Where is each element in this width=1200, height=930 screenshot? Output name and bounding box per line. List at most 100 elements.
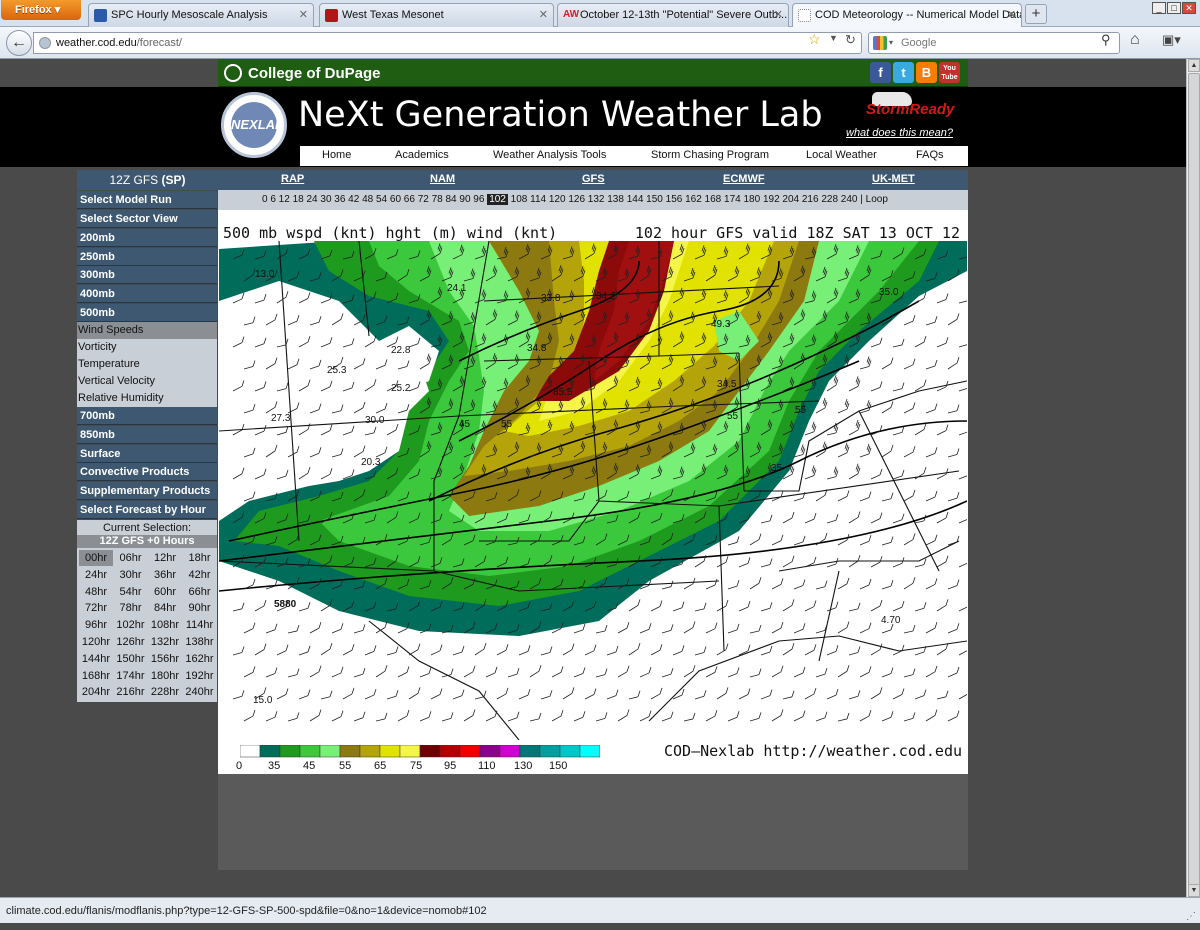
storm-ready-link[interactable]: what does this mean? (846, 127, 953, 139)
hour-cell-150hr[interactable]: 150hr (114, 651, 148, 667)
hour-cell-102hr[interactable]: 102hr (114, 617, 148, 633)
hour-cell-114hr[interactable]: 114hr (183, 617, 217, 633)
tab-spc[interactable]: SPC Hourly Mesoscale Analysis ✕ (88, 3, 314, 27)
storm-ready-logo[interactable]: StormReady (866, 101, 954, 118)
model-link-nam[interactable]: NAM (430, 173, 455, 185)
hour-cell-174hr[interactable]: 174hr (114, 668, 148, 684)
hour-cell-00hr[interactable]: 00hr (79, 550, 113, 566)
selected-hour[interactable]: 102 (487, 194, 508, 205)
hour-cell-66hr[interactable]: 66hr (183, 584, 217, 600)
tab-cod[interactable]: COD Meteorology -- Numerical Model Data … (792, 3, 1022, 28)
hour-cell-192hr[interactable]: 192hr (183, 668, 217, 684)
hour-cell-60hr[interactable]: 60hr (148, 584, 182, 600)
hour-cell-144hr[interactable]: 144hr (79, 651, 113, 667)
scrollbar-thumb[interactable] (1188, 73, 1200, 888)
scroll-up-icon[interactable]: ▲ (1188, 59, 1200, 72)
hour-cell-156hr[interactable]: 156hr (148, 651, 182, 667)
hour-cell-228hr[interactable]: 228hr (148, 684, 182, 700)
hour-cell-30hr[interactable]: 30hr (114, 567, 148, 583)
sub-vorticity[interactable]: Vorticity (77, 339, 217, 356)
url-dropdown-icon[interactable]: ▼ (829, 33, 838, 43)
hour-cell-168hr[interactable]: 168hr (79, 668, 113, 684)
select-model-run-button[interactable]: Select Model Run (77, 191, 217, 209)
hour-cell-180hr[interactable]: 180hr (148, 668, 182, 684)
home-icon[interactable]: ⌂ (1130, 31, 1140, 49)
model-link-rap[interactable]: RAP (281, 173, 304, 185)
hour-cell-72hr[interactable]: 72hr (79, 600, 113, 616)
college-name[interactable]: College of DuPage (248, 65, 381, 82)
surface-button[interactable]: Surface (77, 445, 217, 463)
search-input[interactable]: ▾ Google (868, 32, 1120, 54)
hour-cell-96hr[interactable]: 96hr (79, 617, 113, 633)
hour-cell-138hr[interactable]: 138hr (183, 634, 217, 650)
hour-cell-78hr[interactable]: 78hr (114, 600, 148, 616)
hour-cell-240hr[interactable]: 240hr (183, 684, 217, 700)
hour-cell-90hr[interactable]: 90hr (183, 600, 217, 616)
back-arrow-icon[interactable]: ← (6, 30, 32, 56)
level-700mb-button[interactable]: 700mb (77, 407, 217, 425)
bookmark-star-icon[interactable]: ☆ (808, 31, 821, 48)
level-850mb-button[interactable]: 850mb (77, 426, 217, 444)
hours-before[interactable]: 0 6 12 18 24 30 36 42 48 54 60 66 72 78 … (262, 194, 484, 205)
url-bar[interactable]: weather.cod.edu/forecast/ (33, 32, 862, 54)
level-500mb-button[interactable]: 500mb (77, 304, 217, 322)
hour-cell-132hr[interactable]: 132hr (148, 634, 182, 650)
blogger-icon[interactable]: B (916, 62, 937, 83)
hour-cell-42hr[interactable]: 42hr (183, 567, 217, 583)
level-200mb-button[interactable]: 200mb (77, 229, 217, 247)
close-tab-icon[interactable]: ✕ (774, 4, 783, 26)
nav-home[interactable]: Home (322, 149, 351, 161)
facebook-icon[interactable]: f (870, 62, 891, 83)
hour-cell-84hr[interactable]: 84hr (148, 600, 182, 616)
convective-products-button[interactable]: Convective Products (77, 463, 217, 481)
nav-faqs[interactable]: FAQs (916, 149, 944, 161)
level-300mb-button[interactable]: 300mb (77, 266, 217, 284)
close-window-button[interactable]: ✕ (1182, 2, 1196, 14)
hour-cell-24hr[interactable]: 24hr (79, 567, 113, 583)
nav-storm-chasing-program[interactable]: Storm Chasing Program (651, 149, 769, 161)
maximize-button[interactable]: □ (1167, 2, 1181, 14)
hour-cell-54hr[interactable]: 54hr (114, 584, 148, 600)
hour-cell-108hr[interactable]: 108hr (148, 617, 182, 633)
model-link-ukmet[interactable]: UK-MET (872, 173, 915, 185)
tab-wtm[interactable]: West Texas Mesonet ✕ (319, 3, 554, 27)
firefox-menu-button[interactable]: Firefox ▾ (1, 0, 81, 20)
google-icon[interactable] (873, 36, 887, 50)
nav-local-weather[interactable]: Local Weather (806, 149, 877, 161)
nav-weather-analysis-tools[interactable]: Weather Analysis Tools (493, 149, 606, 161)
model-link-gfs[interactable]: GFS (582, 173, 605, 185)
hour-cell-120hr[interactable]: 120hr (79, 634, 113, 650)
minimize-button[interactable]: _ (1152, 2, 1166, 14)
model-link-ecmwf[interactable]: ECMWF (723, 173, 765, 185)
close-tab-icon[interactable]: ✕ (1007, 4, 1016, 26)
hour-cell-216hr[interactable]: 216hr (114, 684, 148, 700)
sub-wind-speeds[interactable]: Wind Speeds (77, 322, 217, 339)
select-sector-view-button[interactable]: Select Sector View (77, 210, 217, 228)
resize-grip-icon[interactable]: ⋰ (1186, 904, 1196, 930)
nexlab-logo[interactable]: NEXLAB (221, 92, 287, 158)
scroll-down-icon[interactable]: ▼ (1188, 884, 1200, 897)
hour-cell-18hr[interactable]: 18hr (183, 550, 217, 566)
close-tab-icon[interactable]: ✕ (299, 4, 308, 26)
twitter-icon[interactable]: t (893, 62, 914, 83)
hour-cell-36hr[interactable]: 36hr (148, 567, 182, 583)
tab-aw[interactable]: AW October 12-13th "Potential" Severe Ou… (557, 3, 789, 27)
sub-relative-humidity[interactable]: Relative Humidity (77, 390, 217, 407)
close-tab-icon[interactable]: ✕ (539, 4, 548, 26)
nav-academics[interactable]: Academics (395, 149, 449, 161)
hour-cell-204hr[interactable]: 204hr (79, 684, 113, 700)
cod-logo-icon[interactable] (224, 64, 242, 82)
forecast-hour-list[interactable]: 0 6 12 18 24 30 36 42 48 54 60 66 72 78 … (262, 194, 888, 205)
level-250mb-button[interactable]: 250mb (77, 248, 217, 266)
search-engine-dropdown-icon[interactable]: ▾ (889, 33, 893, 53)
sub-temperature[interactable]: Temperature (77, 356, 217, 373)
sub-vertical-velocity[interactable]: Vertical Velocity (77, 373, 217, 390)
search-icon[interactable]: ⚲ (1101, 32, 1111, 48)
youtube-icon[interactable]: You Tube (939, 62, 960, 83)
new-tab-button[interactable]: + (1025, 4, 1047, 24)
hour-cell-12hr[interactable]: 12hr (148, 550, 182, 566)
hour-cell-06hr[interactable]: 06hr (114, 550, 148, 566)
reload-icon[interactable]: ↻ (845, 32, 856, 48)
vertical-scrollbar[interactable]: ▲ ▼ (1186, 59, 1200, 897)
level-400mb-button[interactable]: 400mb (77, 285, 217, 303)
